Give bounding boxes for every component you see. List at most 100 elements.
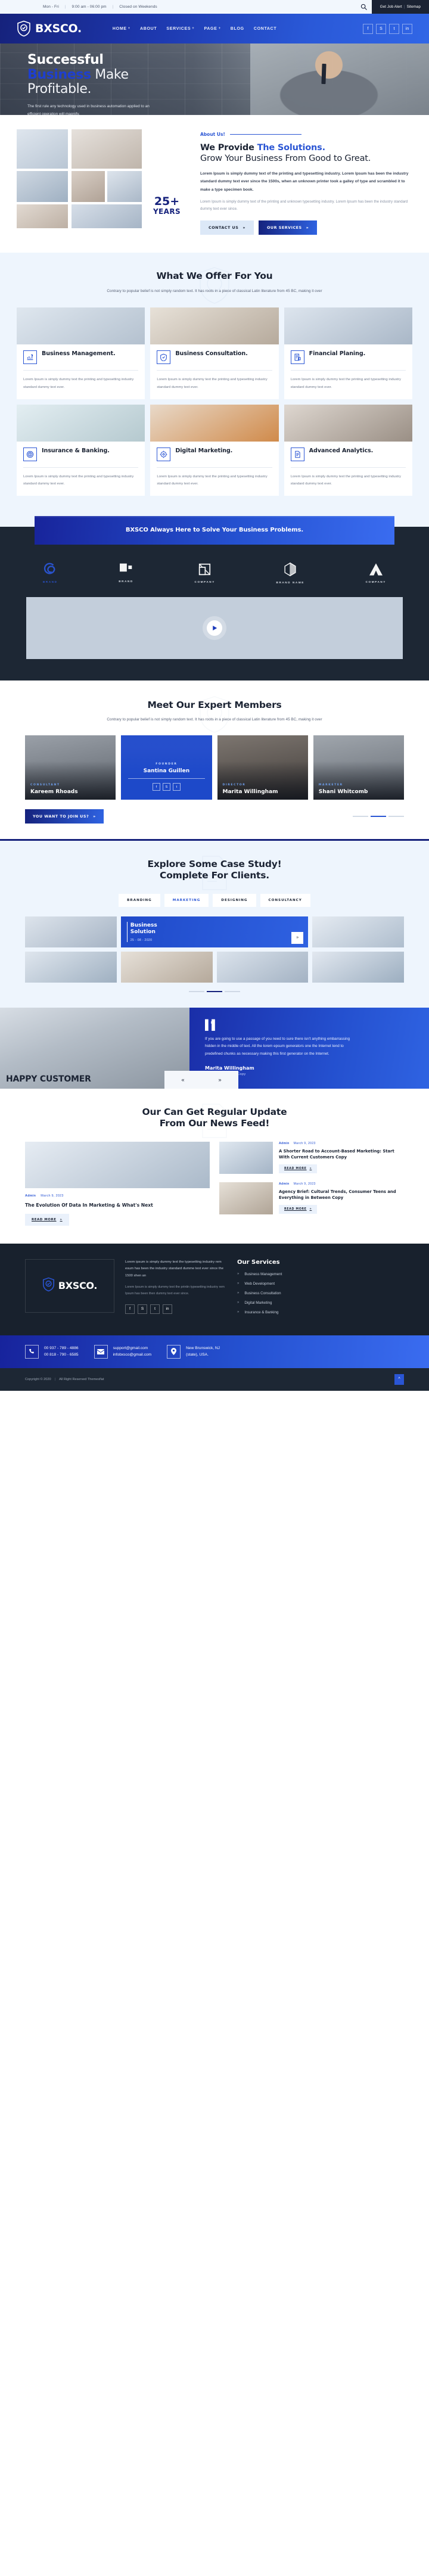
phone-number-1[interactable]: 00 937 - 789 - 4886 bbox=[44, 1345, 79, 1352]
tab-designing[interactable]: DESIGNING bbox=[213, 893, 256, 907]
testimonial-photo: HAPPY CUSTOMER bbox=[0, 1007, 189, 1089]
case-carousel-dots[interactable] bbox=[0, 990, 429, 992]
client-name: BRAND bbox=[119, 580, 133, 583]
news-featured-post[interactable]: Admin March 9, 2023 The Evolution Of Data… bbox=[25, 1141, 210, 1226]
our-services-button[interactable]: OUR SERVICES » bbox=[259, 220, 318, 235]
years-badge: 25+ YEARS bbox=[144, 196, 189, 216]
footer-service-item[interactable]: » Digital Marketing bbox=[237, 1301, 404, 1305]
carousel-dot[interactable] bbox=[189, 990, 204, 992]
footer-service-item[interactable]: » Business Management bbox=[237, 1272, 404, 1276]
footer-brand[interactable]: BXSCO. bbox=[25, 1259, 114, 1313]
chevron-double-right-icon[interactable]: » bbox=[291, 931, 304, 944]
footer-service-item[interactable]: » Insurance & Banking bbox=[237, 1310, 404, 1315]
tab-consultancy[interactable]: CONSULTANCY bbox=[260, 893, 310, 907]
chevron-double-right-icon: » bbox=[309, 1167, 312, 1170]
team-member-card[interactable]: FOUNDER Santina Guillen f S t bbox=[121, 735, 212, 800]
member-name: Marita Willingham bbox=[222, 789, 278, 795]
rights-text: All Right Reserved Themesflat bbox=[59, 1377, 104, 1381]
linkedin-icon[interactable]: in bbox=[163, 1304, 172, 1314]
case-thumbnail[interactable] bbox=[120, 951, 213, 983]
news-author: Admin bbox=[279, 1141, 290, 1145]
footer-service-item[interactable]: » Web Development bbox=[237, 1282, 404, 1286]
tab-marketing[interactable]: MARKETING bbox=[164, 893, 209, 907]
footer-copyright-bar: Copyright © 2020 | All Right Reserved Th… bbox=[0, 1368, 429, 1391]
client-name: BRAND NAME bbox=[276, 580, 304, 584]
chevron-up-icon[interactable]: ^ bbox=[394, 1374, 404, 1385]
brand-logo[interactable]: BXSCO. bbox=[17, 20, 82, 37]
case-thumbnail[interactable] bbox=[312, 951, 404, 983]
service-card[interactable]: Digital Marketing. Lorem Ipsum is simply… bbox=[150, 404, 279, 496]
job-alert-link[interactable]: Get Job Alert bbox=[380, 5, 402, 9]
nav-item-home[interactable]: HOME + bbox=[113, 27, 130, 31]
site-footer: BXSCO. Lorem ipsum is simply dummy text … bbox=[0, 1243, 429, 1391]
read-more-button[interactable]: READ MORE » bbox=[279, 1164, 318, 1173]
video-promo[interactable] bbox=[26, 596, 403, 659]
carousel-dot[interactable] bbox=[353, 816, 368, 817]
member-role: MARKETER bbox=[318, 784, 343, 787]
sitemap-link[interactable]: Sitemap bbox=[407, 5, 421, 9]
case-title-line-2: Complete For Clients. bbox=[160, 870, 269, 881]
footer-service-item[interactable]: » Business Consultation bbox=[237, 1291, 404, 1295]
button-label: CONTACT US bbox=[209, 225, 239, 231]
facebook-icon[interactable]: f bbox=[363, 23, 373, 34]
case-filter-tabs: BRANDING MARKETING DESIGNING CONSULTANCY bbox=[0, 893, 429, 907]
team-member-card[interactable]: MARKETER Shani Whitcomb bbox=[313, 735, 404, 800]
nav-item-services[interactable]: SERVICES + bbox=[166, 27, 194, 31]
carousel-dot-active[interactable] bbox=[371, 816, 386, 817]
contact-us-button[interactable]: CONTACT US » bbox=[200, 220, 254, 235]
tab-branding[interactable]: BRANDING bbox=[119, 893, 160, 907]
case-thumbnail[interactable] bbox=[25, 951, 117, 983]
chevron-double-left-icon[interactable]: « bbox=[181, 1077, 184, 1083]
testimonial-author: Marita Willingham bbox=[205, 1065, 254, 1071]
news-post[interactable]: Admin March 9, 2023 A Shorter Road to Acc… bbox=[219, 1141, 404, 1174]
cta-banner[interactable]: BXSCO Always Here to Solve Your Business… bbox=[35, 515, 394, 545]
carousel-dot[interactable] bbox=[388, 816, 404, 817]
join-us-button[interactable]: YOU WANT TO JOIN US? » bbox=[25, 809, 104, 824]
skype-icon[interactable]: S bbox=[138, 1304, 147, 1314]
button-label: READ MORE bbox=[284, 1207, 307, 1211]
read-more-button[interactable]: READ MORE » bbox=[25, 1213, 69, 1226]
service-title: Business Management. bbox=[42, 350, 116, 358]
email-1[interactable]: support@gmail.com bbox=[113, 1345, 152, 1352]
team-member-card[interactable]: DIRECTOR Marita Willingham bbox=[217, 735, 308, 800]
service-card[interactable]: Financial Planing. Lorem Ipsum is simply… bbox=[284, 307, 412, 399]
envelope-icon bbox=[94, 1344, 108, 1359]
case-thumbnail[interactable] bbox=[312, 916, 404, 947]
case-thumbnail[interactable] bbox=[216, 951, 309, 983]
twitter-icon[interactable]: t bbox=[389, 23, 399, 34]
service-card[interactable]: Business Management. Lorem Ipsum is simp… bbox=[17, 307, 145, 399]
search-icon[interactable] bbox=[356, 0, 372, 14]
case-thumbnail[interactable] bbox=[25, 916, 117, 947]
facebook-icon[interactable]: f bbox=[152, 783, 160, 791]
nav-item-page[interactable]: PAGE + bbox=[204, 27, 220, 31]
email-2[interactable]: infobxsco@gmail.com bbox=[113, 1351, 152, 1359]
twitter-icon[interactable]: t bbox=[172, 783, 181, 791]
skype-icon[interactable]: S bbox=[376, 23, 386, 34]
phone-number-2[interactable]: 00 818 - 790 - 6585 bbox=[44, 1351, 79, 1359]
utility-topbar: Mon - Fri | 9:00 am - 06:00 pm | Closed … bbox=[0, 0, 429, 14]
news-post[interactable]: Admin March 9, 2023 Agency Brief: Cultura… bbox=[219, 1182, 404, 1214]
service-card[interactable]: Advanced Analytics. Lorem Ipsum is simpl… bbox=[284, 404, 412, 496]
triangle-logo-icon bbox=[369, 563, 383, 579]
service-card[interactable]: Insurance & Banking. Lorem Ipsum is simp… bbox=[17, 404, 145, 496]
linkedin-icon[interactable]: in bbox=[402, 23, 412, 34]
skype-icon[interactable]: S bbox=[162, 783, 170, 791]
chevron-double-right-icon[interactable]: » bbox=[218, 1077, 221, 1083]
twitter-icon[interactable]: t bbox=[150, 1304, 160, 1314]
nav-item-blog[interactable]: BLOG bbox=[231, 27, 244, 31]
play-button-icon[interactable] bbox=[213, 625, 217, 630]
facebook-icon[interactable]: f bbox=[125, 1304, 135, 1314]
carousel-dot[interactable] bbox=[225, 990, 240, 992]
team-carousel-dots[interactable] bbox=[353, 816, 404, 817]
service-card[interactable]: Business Consultation. Lorem Ipsum is si… bbox=[150, 307, 279, 399]
button-label: READ MORE bbox=[284, 1167, 307, 1170]
read-more-button[interactable]: READ MORE » bbox=[279, 1204, 318, 1214]
case-featured-card[interactable]: Business Solution 25 - 08 - 2020 » bbox=[120, 916, 309, 947]
carousel-dot-active[interactable] bbox=[207, 990, 222, 992]
landing-page: Mon - Fri | 9:00 am - 06:00 pm | Closed … bbox=[0, 0, 429, 1391]
nav-item-about[interactable]: ABOUT bbox=[140, 27, 157, 31]
service-label: Business Management bbox=[244, 1272, 282, 1276]
topbar-links: Get Job Alert | Sitemap bbox=[371, 0, 429, 14]
nav-item-contact[interactable]: CONTACT bbox=[254, 27, 277, 31]
team-member-card[interactable]: CONSULTANT Kareem Rhoads bbox=[25, 735, 116, 800]
